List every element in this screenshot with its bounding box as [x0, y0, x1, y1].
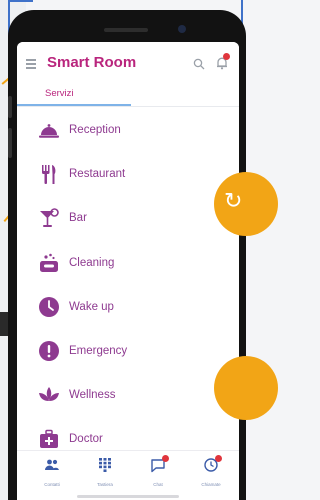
service-label: Wellness: [69, 389, 116, 402]
service-label: Doctor: [69, 433, 103, 446]
cocktail-icon: [40, 208, 59, 228]
menu-icon[interactable]: [26, 59, 36, 69]
phone-side-button: [8, 96, 12, 118]
nav-label: Chiamate: [201, 482, 221, 487]
service-label: Bar: [69, 212, 87, 225]
bottom-nav: Contatti Tastiera Chat Chiamate: [17, 450, 239, 500]
fork-knife-icon: [42, 165, 56, 185]
service-item-wellness[interactable]: Wellness: [17, 373, 239, 417]
service-item-emergency[interactable]: Emergency: [17, 329, 239, 373]
refresh-icon: ↻: [224, 189, 243, 214]
nav-item-chat[interactable]: Chat: [133, 455, 183, 493]
service-list: Reception Restaurant Bar Cleaning Wake u…: [17, 108, 239, 462]
header-divider: [17, 106, 239, 107]
nav-badge: [215, 455, 222, 462]
bell-service-icon: [39, 124, 59, 138]
service-item-restaurant[interactable]: Restaurant: [17, 152, 239, 196]
background-frame-line-top: [8, 0, 33, 2]
phone-speaker: [104, 28, 148, 32]
app-title: Smart Room: [47, 54, 137, 71]
home-indicator: [77, 495, 179, 498]
alert-icon: [39, 341, 59, 362]
service-item-reception[interactable]: Reception: [17, 108, 239, 152]
nav-badge: [162, 455, 169, 462]
floating-action-button[interactable]: [214, 356, 278, 420]
nav-label: Tastiera: [97, 482, 113, 487]
lotus-icon: [39, 387, 59, 402]
phone-side-button: [8, 128, 12, 158]
service-label: Reception: [69, 124, 121, 137]
cleaning-icon: [40, 253, 58, 272]
service-label: Restaurant: [69, 168, 126, 181]
service-label: Cleaning: [69, 256, 115, 269]
notification-badge: [223, 53, 230, 60]
refresh-button[interactable]: ↻: [214, 172, 278, 236]
service-item-wake-up[interactable]: Wake up: [17, 285, 239, 329]
clock-icon: [39, 296, 59, 317]
nav-item-contatti[interactable]: Contatti: [27, 455, 77, 493]
service-label: Emergency: [69, 345, 128, 358]
nav-label: Contatti: [44, 482, 60, 487]
nav-label: Chat: [153, 482, 163, 487]
nav-item-tastiera[interactable]: Tastiera: [80, 455, 130, 493]
tab-servizi[interactable]: Servizi: [33, 84, 131, 106]
nav-item-chiamate[interactable]: Chiamate: [186, 455, 236, 493]
service-item-bar[interactable]: Bar: [17, 196, 239, 240]
service-label: Wake up: [69, 300, 114, 313]
search-icon[interactable]: [193, 58, 205, 70]
keypad-icon: [99, 458, 111, 472]
app-header: Smart Room Servizi: [17, 42, 239, 107]
medical-bag-icon: [40, 430, 58, 449]
service-item-cleaning[interactable]: Cleaning: [17, 241, 239, 285]
people-icon: [45, 459, 59, 470]
phone-camera: [178, 25, 186, 33]
app-screen: Smart Room Servizi Reception Restaurant …: [17, 42, 239, 500]
